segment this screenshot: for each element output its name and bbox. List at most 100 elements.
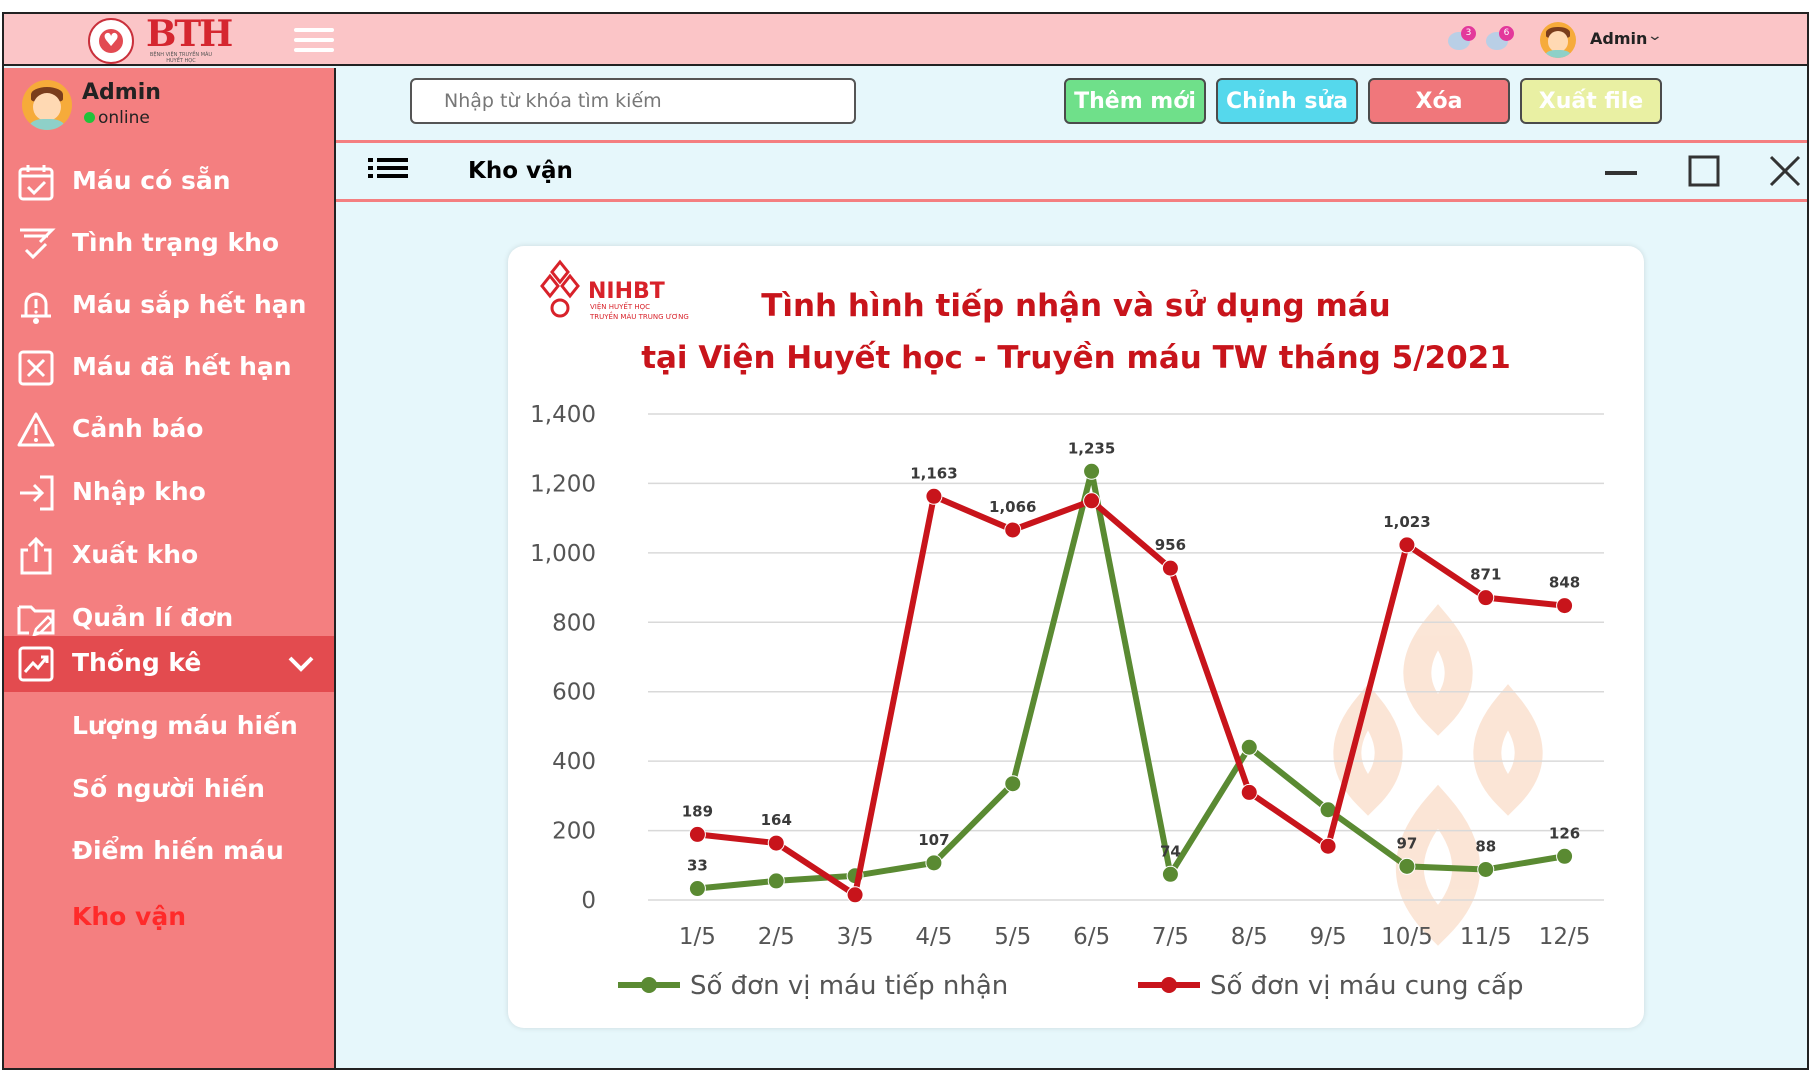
- data-point: [925, 854, 943, 872]
- x-tick-label: 5/5: [994, 924, 1031, 950]
- data-point: [1004, 775, 1022, 793]
- data-label: 164: [761, 811, 792, 829]
- data-label: 1,066: [989, 498, 1036, 516]
- close-icon[interactable]: [1765, 151, 1805, 191]
- data-point: [1161, 559, 1179, 577]
- x-tick-label: 1/5: [679, 924, 716, 950]
- data-label: 74: [1160, 842, 1181, 860]
- brand-logo[interactable]: BTH BỆNH VIỆN TRUYỀN MÁU HUYẾT HỌC: [146, 16, 236, 64]
- add-button[interactable]: Thêm mới: [1064, 78, 1206, 124]
- data-point: [1083, 462, 1101, 480]
- chevron-down-icon[interactable]: [286, 648, 316, 678]
- window-title: Kho vận: [468, 158, 573, 184]
- sub-item-donation-points[interactable]: Điểm hiến máu: [72, 836, 284, 865]
- sidebar-item-stock-status[interactable]: Tình trạng kho: [4, 216, 334, 270]
- user-menu[interactable]: Admin: [1590, 29, 1647, 48]
- data-point: [1477, 860, 1495, 878]
- data-point: [767, 872, 785, 890]
- sidebar-item-label: Máu có sẵn: [72, 166, 231, 195]
- y-axis: 0 200 400 600 800 1,000 1,200 1,400: [530, 402, 596, 914]
- trend-chart-icon: [18, 646, 54, 682]
- x-tick-label: 7/5: [1152, 924, 1189, 950]
- data-label: 848: [1549, 574, 1580, 592]
- data-label: 189: [682, 802, 713, 820]
- sidebar-item-label: Nhập kho: [72, 477, 206, 506]
- sidebar-item-label: Thống kê: [72, 648, 202, 677]
- chevron-down-icon[interactable]: ⌄: [1647, 28, 1663, 44]
- calendar-check-icon: [18, 165, 54, 201]
- x-tick-label: 11/5: [1460, 924, 1512, 950]
- sidebar-item-available-blood[interactable]: Máu có sẵn: [4, 154, 334, 208]
- brand-subtitle: BỆNH VIỆN TRUYỀN MÁU HUYẾT HỌC: [149, 52, 213, 64]
- brand-name: BTH: [146, 13, 233, 55]
- sidebar-item-expiring-blood[interactable]: Máu sắp hết hạn: [4, 278, 334, 332]
- legend-marker: [1161, 977, 1177, 993]
- x-tick-label: 8/5: [1231, 924, 1268, 950]
- data-point: [1477, 589, 1495, 607]
- folder-edit-icon: [17, 605, 55, 637]
- x-tick-label: 10/5: [1381, 924, 1433, 950]
- sidebar-item-stock-out[interactable]: Xuất kho: [4, 528, 334, 582]
- sidebar-item-label: Xuất kho: [72, 540, 199, 569]
- sub-item-donated-volume[interactable]: Lượng máu hiến: [72, 711, 298, 740]
- edit-button[interactable]: Chỉnh sửa: [1216, 78, 1358, 124]
- sub-item-logistics[interactable]: Kho vận: [72, 902, 186, 931]
- sidebar-item-expired-blood[interactable]: Máu đã hết hạn: [4, 340, 334, 394]
- data-point: [846, 886, 864, 904]
- online-dot-icon: [84, 112, 95, 123]
- data-point: [767, 834, 785, 852]
- delete-button[interactable]: Xóa: [1368, 78, 1510, 124]
- search-input[interactable]: [410, 78, 856, 124]
- sidebar-user-name: Admin: [82, 80, 161, 105]
- data-point: [688, 825, 706, 843]
- sidebar-item-stock-in[interactable]: Nhập kho: [4, 465, 334, 519]
- avatar: [22, 80, 72, 130]
- chart-subtitle: tại Viện Huyết học - Truyền máu TW tháng…: [641, 340, 1511, 376]
- data-label: 126: [1549, 824, 1580, 842]
- data-point: [1398, 857, 1416, 875]
- chart-card: NIHBT VIỆN HUYẾT HỌC TRUYỀN MÁU TRUNG ƯƠ…: [508, 246, 1644, 1028]
- data-label: 107: [918, 831, 949, 849]
- data-point: [1398, 536, 1416, 554]
- data-label: 871: [1470, 566, 1501, 584]
- logo-subtitle: VIỆN HUYẾT HỌC: [590, 301, 650, 311]
- sidebar-item-label: Máu đã hết hạn: [72, 352, 292, 381]
- status-badge: online: [84, 108, 150, 128]
- x-tick-label: 2/5: [758, 924, 795, 950]
- notifications-icon[interactable]: 6: [1486, 26, 1514, 52]
- data-point: [688, 880, 706, 898]
- data-point: [925, 487, 943, 505]
- messages-icon[interactable]: 3: [1448, 26, 1476, 52]
- sub-item-donor-count[interactable]: Số người hiến: [72, 774, 265, 803]
- data-point: [1004, 521, 1022, 539]
- maximize-icon[interactable]: [1684, 151, 1724, 191]
- line-chart: NIHBT VIỆN HUYẾT HỌC TRUYỀN MÁU TRUNG ƯƠ…: [530, 259, 1604, 1001]
- top-bar: BTH BỆNH VIỆN TRUYỀN MÁU HUYẾT HỌC 3 6 A…: [4, 14, 1807, 66]
- notification-badge: 3: [1461, 26, 1476, 41]
- avatar[interactable]: [1540, 22, 1576, 58]
- logo-text: NIHBT: [588, 279, 665, 304]
- sidebar-item-statistics[interactable]: Thống kê: [4, 636, 334, 692]
- export-button[interactable]: Xuất file: [1520, 78, 1662, 124]
- y-tick-label: 0: [581, 888, 596, 914]
- data-point: [1161, 865, 1179, 883]
- data-point: [1083, 492, 1101, 510]
- chart-title: Tình hình tiếp nhận và sử dụng máu: [761, 288, 1391, 324]
- hamburger-menu-icon[interactable]: [294, 28, 334, 56]
- data-label: 88: [1475, 837, 1496, 855]
- minimize-icon[interactable]: [1601, 151, 1641, 191]
- legend-label: Số đơn vị máu cung cấp: [1210, 971, 1523, 1001]
- list-icon[interactable]: [368, 157, 408, 185]
- y-tick-label: 800: [552, 610, 596, 636]
- data-point: [1240, 738, 1258, 756]
- y-tick-label: 400: [552, 749, 596, 775]
- y-tick-label: 1,200: [530, 471, 596, 497]
- y-tick-label: 1,000: [530, 541, 596, 567]
- data-point: [1556, 597, 1574, 615]
- sidebar-item-label: Cảnh báo: [72, 414, 204, 443]
- sign-in-icon: [20, 475, 54, 511]
- hospital-seal-logo: [88, 18, 134, 64]
- sidebar-item-warnings[interactable]: Cảnh báo: [4, 402, 334, 456]
- sidebar-item-label: Tình trạng kho: [72, 228, 280, 257]
- x-square-icon: [18, 350, 54, 386]
